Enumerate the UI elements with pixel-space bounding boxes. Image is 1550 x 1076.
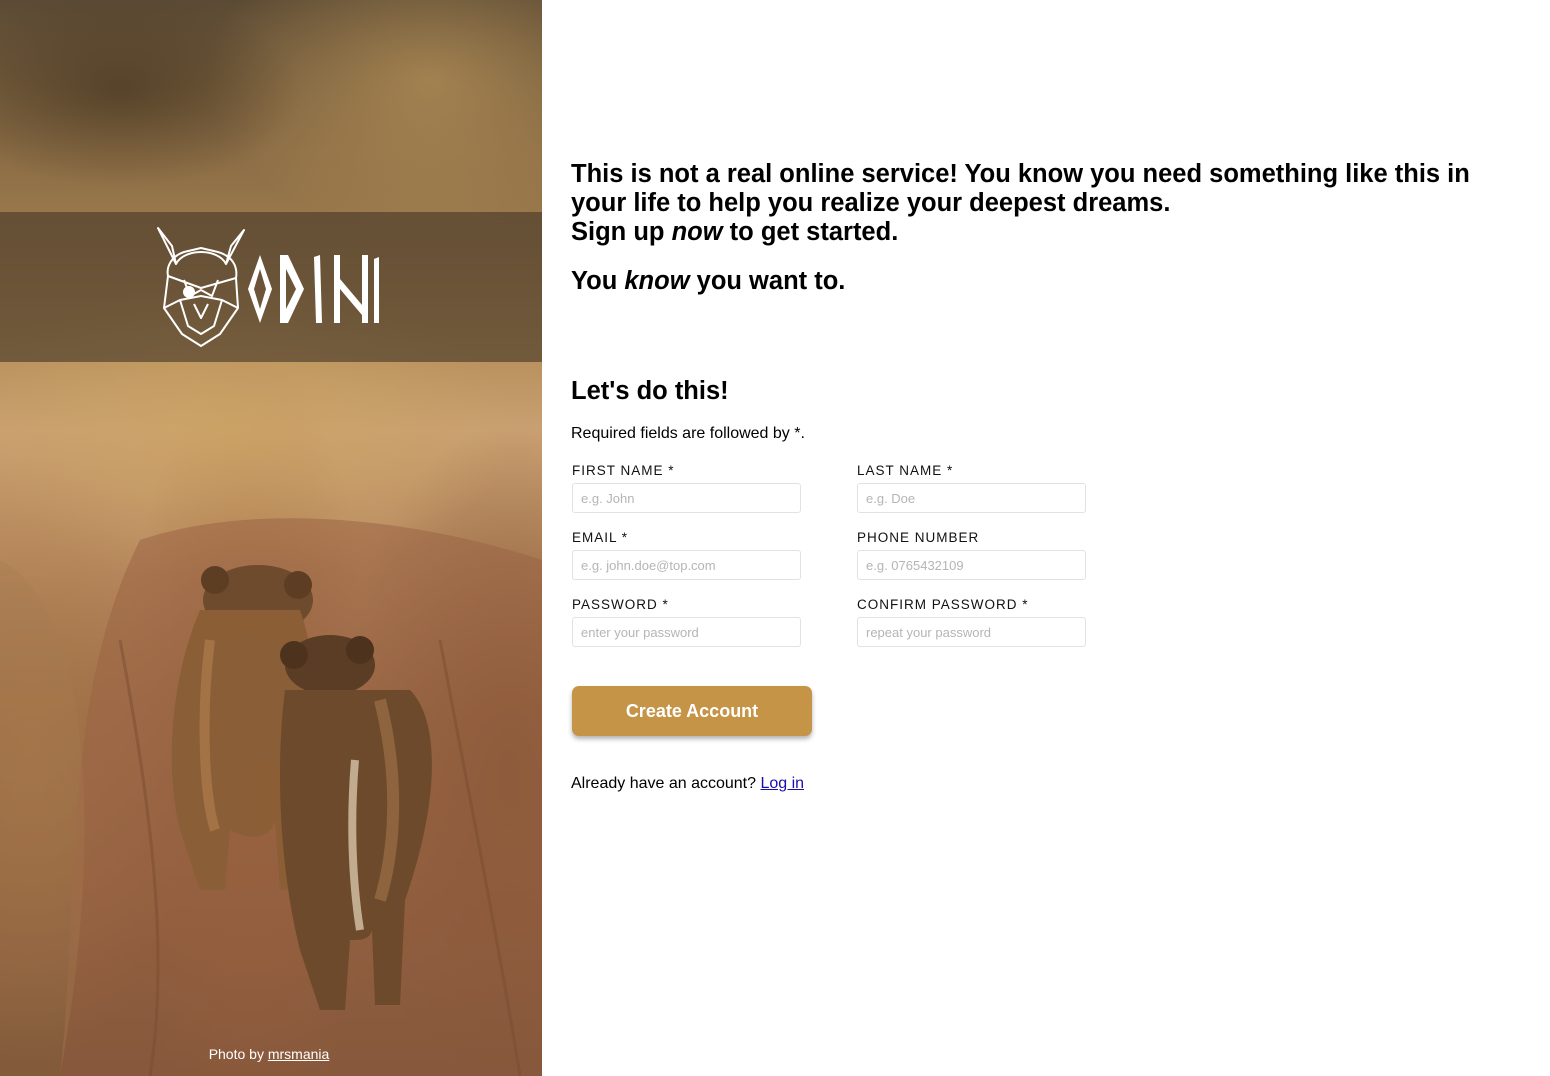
intro-line-2-end: to get started. [729, 218, 899, 246]
password-label: PASSWORD * [572, 597, 669, 612]
phone-input[interactable] [857, 550, 1086, 580]
email-input[interactable] [572, 550, 801, 580]
photo-credit-author-link[interactable]: mrsmania [268, 1046, 329, 1062]
intro-line-2-start: Sign up [571, 218, 665, 246]
password-input[interactable] [572, 617, 801, 647]
intro-subheading: You know you want to. [571, 267, 845, 296]
viking-helmet-icon [157, 227, 245, 347]
first-name-label: FIRST NAME * [572, 463, 675, 478]
intro-heading: This is not a real online service! You k… [571, 160, 1511, 247]
intro-sub-end: you want to. [696, 267, 846, 295]
lionesses-photo [0, 518, 542, 1076]
login-prompt-text: Already have an account? [571, 775, 757, 792]
photo-credit: Photo by mrsmania [0, 1046, 538, 1062]
last-name-input[interactable] [857, 483, 1086, 513]
last-name-label: LAST NAME * [857, 463, 954, 478]
login-link[interactable]: Log in [760, 775, 804, 792]
phone-group: PHONE NUMBER [857, 530, 1086, 580]
email-group: EMAIL * [572, 530, 801, 580]
photo-credit-prefix: Photo by [208, 1046, 264, 1062]
create-account-button[interactable]: Create Account [572, 686, 812, 736]
odin-wordmark [248, 255, 379, 323]
intro-sub-start: You [571, 267, 618, 295]
login-prompt: Already have an account? Log in [571, 775, 804, 793]
intro-line-1: This is not a real online service! You k… [571, 160, 1470, 217]
intro-emphasis-now: now [671, 218, 723, 246]
last-name-group: LAST NAME * [857, 463, 1086, 513]
confirm-password-label: CONFIRM PASSWORD * [857, 597, 1029, 612]
first-name-input[interactable] [572, 483, 801, 513]
confirm-password-input[interactable] [857, 617, 1086, 647]
phone-label: PHONE NUMBER [857, 530, 980, 545]
form-title: Let's do this! [571, 377, 729, 405]
email-label: EMAIL * [572, 530, 629, 545]
password-group: PASSWORD * [572, 597, 801, 647]
intro-line-2: Sign up now to get started. [571, 218, 1511, 247]
required-note: Required fields are followed by *. [571, 425, 805, 442]
hero-image-panel: Photo by mrsmania [0, 0, 542, 1076]
confirm-password-group: CONFIRM PASSWORD * [857, 597, 1086, 647]
intro-emphasis-know: know [624, 267, 690, 295]
first-name-group: FIRST NAME * [572, 463, 801, 513]
